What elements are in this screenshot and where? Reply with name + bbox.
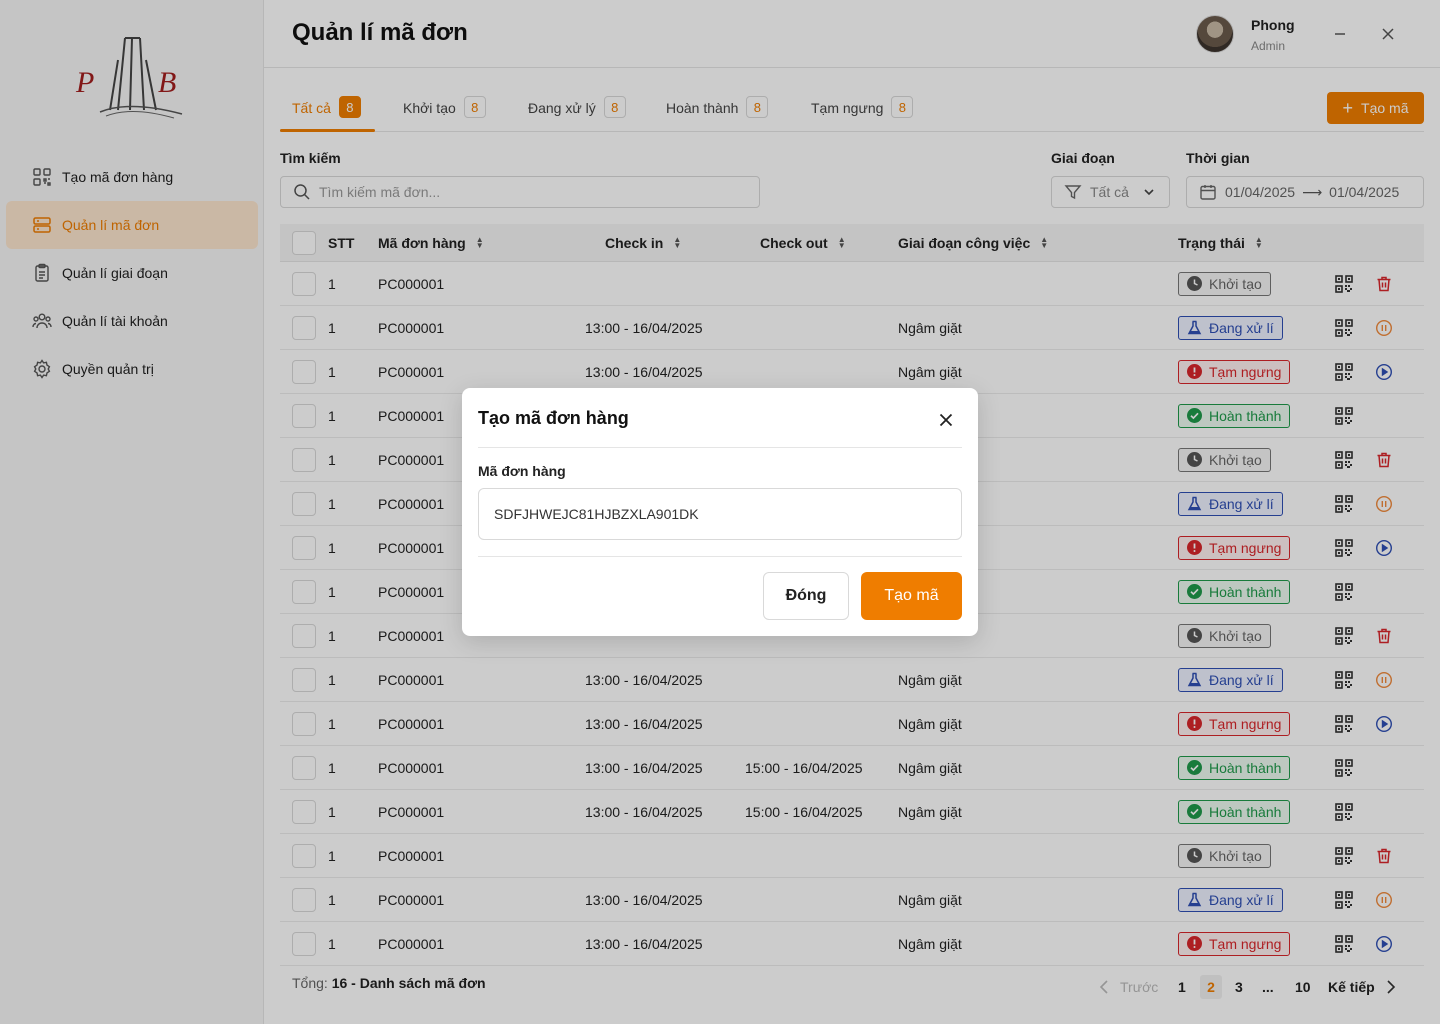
- order-code-label: Mã đơn hàng: [478, 463, 566, 479]
- cancel-button[interactable]: Đóng: [763, 572, 849, 620]
- close-icon: [939, 413, 953, 427]
- create-order-modal: Tạo mã đơn hàng Mã đơn hàng Đóng Tạo mã: [462, 388, 978, 636]
- divider: [478, 556, 962, 557]
- divider: [478, 447, 962, 448]
- modal-close-button[interactable]: [934, 410, 958, 430]
- submit-create-button[interactable]: Tạo mã: [861, 572, 962, 620]
- order-code-input[interactable]: [478, 488, 962, 540]
- modal-title: Tạo mã đơn hàng: [478, 408, 629, 428]
